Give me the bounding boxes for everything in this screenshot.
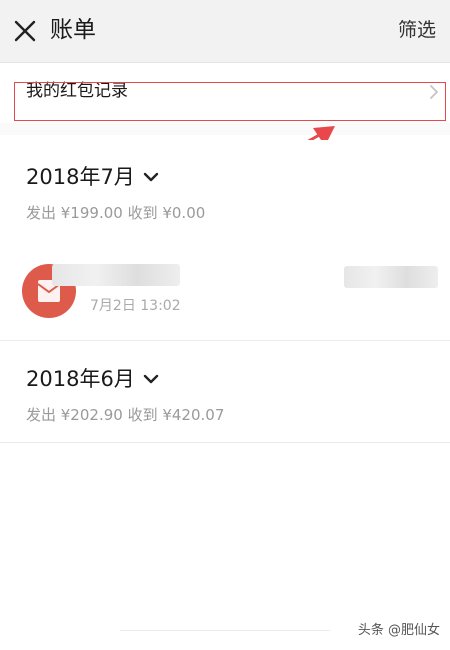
filter-button[interactable]: 筛选 <box>398 16 436 44</box>
red-packet-record-label: 我的红包记录 <box>26 81 128 101</box>
transaction-time: 7月2日 13:02 <box>90 298 181 314</box>
blurred-amount <box>344 266 438 288</box>
divider <box>120 630 330 631</box>
blurred-name <box>52 264 180 286</box>
page-title: 账单 <box>50 17 96 43</box>
month-title: 2018年7月 <box>26 165 135 189</box>
month-selector[interactable]: 2018年6月 <box>26 364 159 394</box>
close-button[interactable] <box>8 14 42 48</box>
watermark: 头条 @肥仙女 <box>357 623 440 638</box>
chevron-down-icon <box>143 172 159 182</box>
month-summary: 发出 ¥202.90 收到 ¥420.07 <box>26 406 225 424</box>
transaction-row[interactable]: 7月2日 13:02 <box>0 240 450 341</box>
month-section-2018-07: 2018年7月 发出 ¥199.00 收到 ¥0.00 <box>0 140 450 241</box>
month-summary: 发出 ¥199.00 收到 ¥0.00 <box>26 204 206 222</box>
month-section-2018-06: 2018年6月 发出 ¥202.90 收到 ¥420.07 <box>0 342 450 443</box>
chevron-right-icon <box>430 85 438 99</box>
chevron-down-icon <box>143 374 159 384</box>
month-selector[interactable]: 2018年7月 <box>26 162 159 192</box>
month-title: 2018年6月 <box>26 367 135 391</box>
red-packet-record-row[interactable]: 我的红包记录 <box>0 63 450 123</box>
close-icon <box>14 20 36 42</box>
top-bar: 账单 筛选 <box>0 0 450 63</box>
